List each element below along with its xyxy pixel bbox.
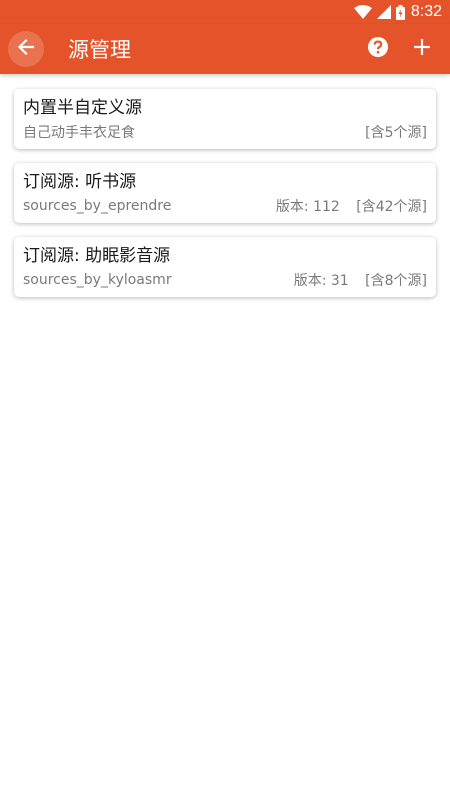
source-card-eprendre[interactable]: 订阅源: 听书源 sources_by_eprendre 版本: 112 [含4…	[14, 163, 436, 223]
wifi-icon	[353, 5, 372, 19]
source-count: [含5个源]	[365, 125, 427, 141]
source-card-builtin[interactable]: 内置半自定义源 自己动手丰衣足食 [含5个源]	[14, 89, 436, 149]
source-version: 版本: 112	[275, 199, 340, 215]
source-subtitle: sources_by_eprendre	[23, 198, 172, 214]
help-circle-icon	[367, 36, 389, 62]
arrow-left-icon	[16, 37, 36, 61]
source-title: 订阅源: 助眠影音源	[23, 246, 171, 266]
source-title: 订阅源: 听书源	[23, 172, 137, 192]
back-button[interactable]	[8, 31, 44, 67]
source-title: 内置半自定义源	[23, 98, 142, 118]
source-subtitle: 自己动手丰衣足食	[23, 125, 135, 141]
signal-icon	[376, 5, 391, 19]
battery-icon	[395, 4, 405, 20]
status-time: 8:32	[410, 3, 442, 20]
source-count: [含42个源]	[356, 199, 427, 215]
source-list: 内置半自定义源 自己动手丰衣足食 [含5个源] 订阅源: 听书源 sources…	[0, 74, 450, 297]
app-toolbar: 源管理	[0, 24, 450, 74]
help-button[interactable]	[362, 33, 394, 65]
page-title: 源管理	[68, 38, 131, 62]
add-source-button[interactable]	[406, 33, 438, 65]
source-version: 版本: 31	[293, 273, 349, 289]
status-bar: 8:32	[0, 0, 450, 24]
source-card-kyloasmr[interactable]: 订阅源: 助眠影音源 sources_by_kyloasmr 版本: 31 [含…	[14, 237, 436, 297]
source-subtitle: sources_by_kyloasmr	[23, 272, 172, 288]
source-count: [含8个源]	[365, 273, 427, 289]
plus-icon	[413, 38, 431, 60]
